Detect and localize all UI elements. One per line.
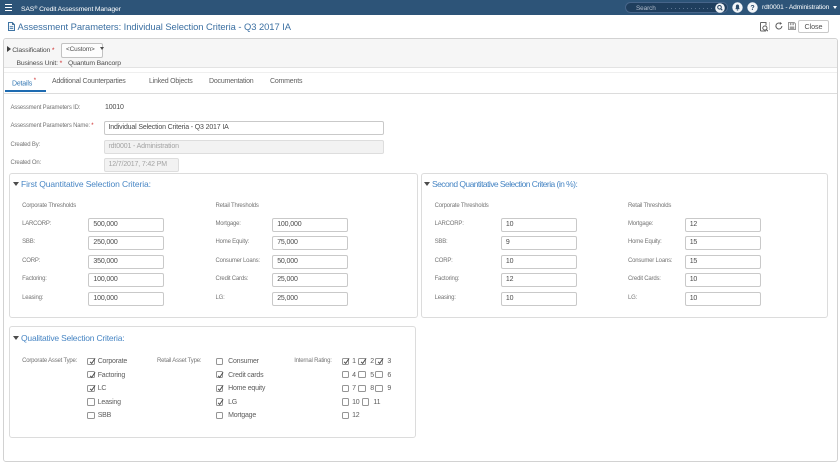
svg-text:?: ? xyxy=(750,5,754,12)
